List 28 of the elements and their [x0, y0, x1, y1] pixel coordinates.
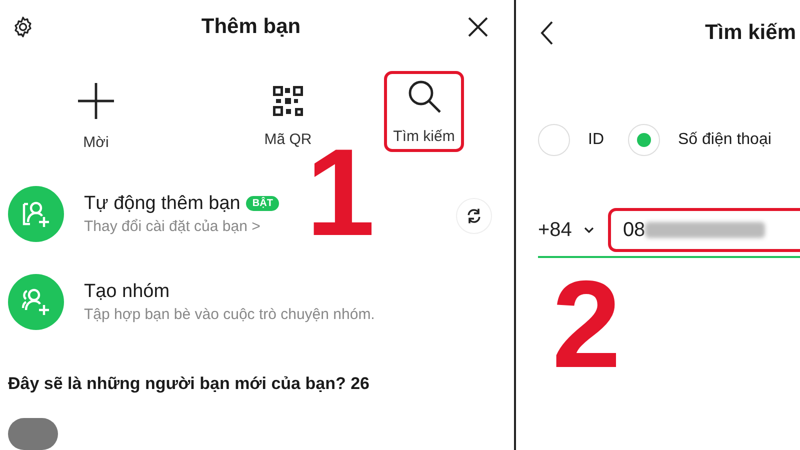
suggestions-heading: Đây sẽ là những người bạn mới của bạn? 26 [7, 372, 370, 394]
country-code-dropdown[interactable]: +84 [538, 218, 594, 242]
back-icon[interactable] [540, 20, 554, 46]
step-number: 1 [306, 148, 375, 240]
screen-title: Tìm kiếm [704, 21, 796, 45]
plus-icon [77, 82, 115, 120]
caret-icon [584, 227, 594, 233]
add-option-button[interactable]: Mời [28, 71, 164, 162]
qr-code-icon [272, 84, 304, 117]
refresh-button[interactable] [456, 198, 492, 234]
settings-link[interactable]: Thay đổi cài đặt của bạn > [84, 218, 279, 235]
avatar-placeholder [8, 418, 58, 450]
radio-button[interactable] [628, 124, 660, 156]
add-friend-icon [8, 274, 64, 330]
status-badge: BẬT [246, 196, 279, 212]
close-icon[interactable] [467, 16, 489, 38]
screen-title: Thêm bạn [201, 14, 301, 39]
refresh-icon [465, 206, 483, 225]
option-description: Tập hợp bạn bè vào cuộc trò chuyện nhóm. [84, 306, 375, 323]
radio-label: ID [588, 131, 604, 149]
option-title: Tự động thêm bạn [84, 192, 240, 215]
phone-input-field[interactable]: 08 [608, 208, 800, 252]
radio-label: Số điện thoại [678, 131, 772, 149]
add-friend-icon [8, 186, 64, 242]
radio-button[interactable] [538, 124, 570, 156]
step-number: 2 [552, 280, 621, 372]
option-title: Tạo nhóm [84, 280, 170, 303]
add-option-button[interactable]: Tìm kiếm [384, 71, 464, 152]
